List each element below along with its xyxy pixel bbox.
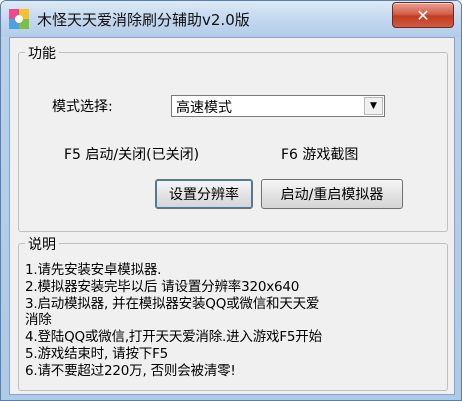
instructions-group: 说明 1.请先安装安卓模拟器. 2.模拟器安装完毕以后 请设置分辨率320x64… [18, 234, 448, 391]
mode-select[interactable]: 高速模式 ▼ [171, 95, 385, 117]
instruction-line: 6.请不要超过220万, 否则会被清零! [25, 363, 236, 379]
restart-emulator-label: 启动/重启模拟器 [280, 187, 384, 203]
set-resolution-button[interactable]: 设置分辨率 [155, 179, 253, 209]
instructions-group-title: 说明 [25, 234, 59, 254]
instruction-line: 3.启动模拟器, 并在模拟器安装QQ或微信和天天爱 [25, 296, 320, 312]
close-icon: ✕ [416, 5, 430, 25]
restart-emulator-button[interactable]: 启动/重启模拟器 [261, 179, 403, 209]
window-title: 木怪天天爱消除刷分辅助v2.0版 [37, 11, 250, 29]
chevron-down-icon[interactable]: ▼ [364, 97, 383, 115]
features-group: 功能 模式选择: 高速模式 ▼ F5 启动/关闭(已关闭) F6 游戏截图 设置… [18, 43, 448, 232]
f5-status-text: F5 启动/关闭(已关闭) [64, 147, 200, 163]
features-group-title: 功能 [25, 43, 59, 63]
set-resolution-label: 设置分辨率 [169, 187, 239, 203]
f6-screenshot-text: F6 游戏截图 [281, 147, 359, 163]
client-area: 功能 模式选择: 高速模式 ▼ F5 启动/关闭(已关闭) F6 游戏截图 设置… [9, 37, 455, 395]
app-icon [9, 9, 29, 29]
app-window: 木怪天天爱消除刷分辅助v2.0版 ✕ 功能 模式选择: 高速模式 ▼ F5 启动… [0, 0, 462, 401]
mode-select-value: 高速模式 [176, 100, 232, 116]
close-button[interactable]: ✕ [392, 2, 454, 28]
title-bar[interactable]: 木怪天天爱消除刷分辅助v2.0版 ✕ [1, 1, 461, 37]
mode-label: 模式选择: [52, 99, 113, 115]
